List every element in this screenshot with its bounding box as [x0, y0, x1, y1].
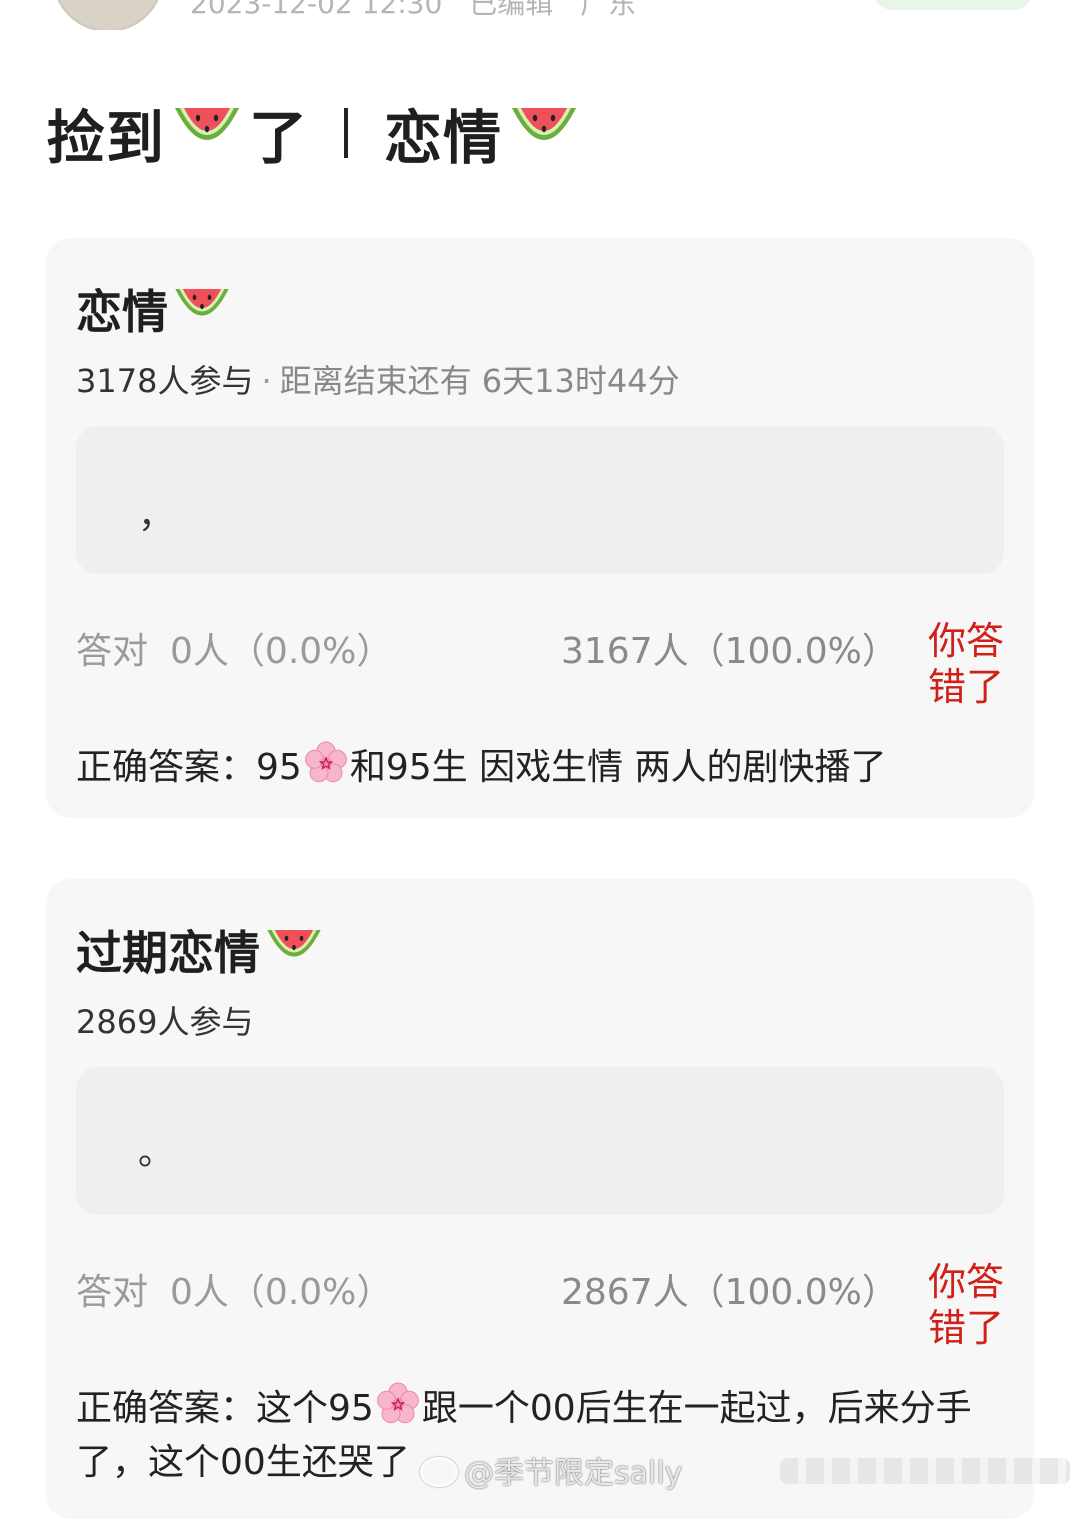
option-text: 。 [138, 1132, 175, 1173]
post-headline: 捡到 了 恋情 [47, 98, 586, 172]
wrong-stat: 2867人（100.0%） [561, 1272, 898, 1313]
result-badge: 你答 错了 [928, 618, 1008, 710]
post-meta: 2023-12-02 12:30 已编辑 广东 [190, 0, 654, 22]
participants-count: 3178人参与 [76, 362, 254, 400]
quiz-title: 恋情 [76, 276, 232, 342]
weibo-watermark: @季节限定sally [420, 1448, 682, 1492]
watermelon-icon [508, 94, 580, 172]
correct-stat: 答对 0人（0.0%） [76, 622, 392, 674]
quiz-card: 过期恋情 2869人参与 。 答对 0人（0.0%） 2867人（100.0%） … [46, 879, 1034, 1519]
correct-count: 0人（0.0%） [170, 1272, 393, 1313]
quiz-title-text: 过期恋情 [76, 926, 260, 980]
correct-stat: 答对 0人（0.0%） [76, 1263, 392, 1315]
post-header: 2023-12-02 12:30 已编辑 广东 [0, 0, 1079, 30]
watermelon-icon [172, 277, 232, 342]
option-text: ， [138, 495, 175, 536]
result-line1: 你答 [928, 1260, 1005, 1304]
cherry-blossom-icon [304, 741, 348, 798]
meta-dot: · [261, 362, 272, 400]
quiz-meta: 2869人参与 [76, 997, 253, 1043]
quiz-card: 恋情 3178人参与 · 距离结束还有 6天13时44分 ， 答对 0人（0.0%） … [46, 238, 1034, 818]
quiz-option[interactable]: ， [76, 426, 1004, 574]
post-timestamp: 2023-12-02 12:30 [190, 0, 443, 20]
follow-button[interactable] [873, 0, 1033, 10]
watermark-text: @季节限定sally [464, 1456, 683, 1491]
avatar[interactable] [52, 0, 164, 30]
wrong-stat: 3167人（100.0%） [561, 631, 898, 672]
headline-part1: 捡到 [47, 104, 166, 172]
result-badge: 你答 错了 [928, 1259, 1008, 1351]
weibo-logo-icon [420, 1457, 458, 1487]
answer-rest: 和95生 因戏生情 两人的剧快播了 [349, 747, 887, 788]
deadline-text: 距离结束还有 6天13时44分 [279, 362, 680, 400]
result-line1: 你答 [928, 619, 1005, 663]
answer-prefix: 正确答案：这个95 [76, 1388, 374, 1429]
correct-answer: 正确答案：95 和95生 因戏生情 两人的剧快播了 [76, 741, 1004, 798]
edited-label[interactable]: 已编辑 [469, 0, 553, 20]
result-line2: 错了 [928, 665, 1005, 709]
participants-count: 2869人参与 [76, 1003, 254, 1041]
headline-part2: 了 [249, 104, 309, 172]
location-label: 广东 [580, 0, 637, 20]
headline-part3: 恋情 [384, 104, 503, 172]
answer-prefix: 正确答案：95 [76, 747, 302, 788]
quiz-title-text: 恋情 [76, 285, 168, 339]
blurred-toolbar [780, 1458, 1070, 1484]
quiz-meta: 3178人参与 · 距离结束还有 6天13时44分 [76, 356, 680, 402]
quiz-option[interactable]: 。 [76, 1067, 1004, 1215]
cherry-blossom-icon [376, 1382, 420, 1439]
correct-label: 答对 [76, 631, 149, 672]
correct-count: 0人（0.0%） [170, 631, 393, 672]
result-line2: 错了 [928, 1306, 1005, 1350]
headline-divider [344, 108, 349, 158]
correct-label: 答对 [76, 1272, 149, 1313]
watermelon-icon [171, 94, 243, 172]
watermelon-icon [264, 918, 324, 983]
quiz-title: 过期恋情 [76, 917, 324, 983]
